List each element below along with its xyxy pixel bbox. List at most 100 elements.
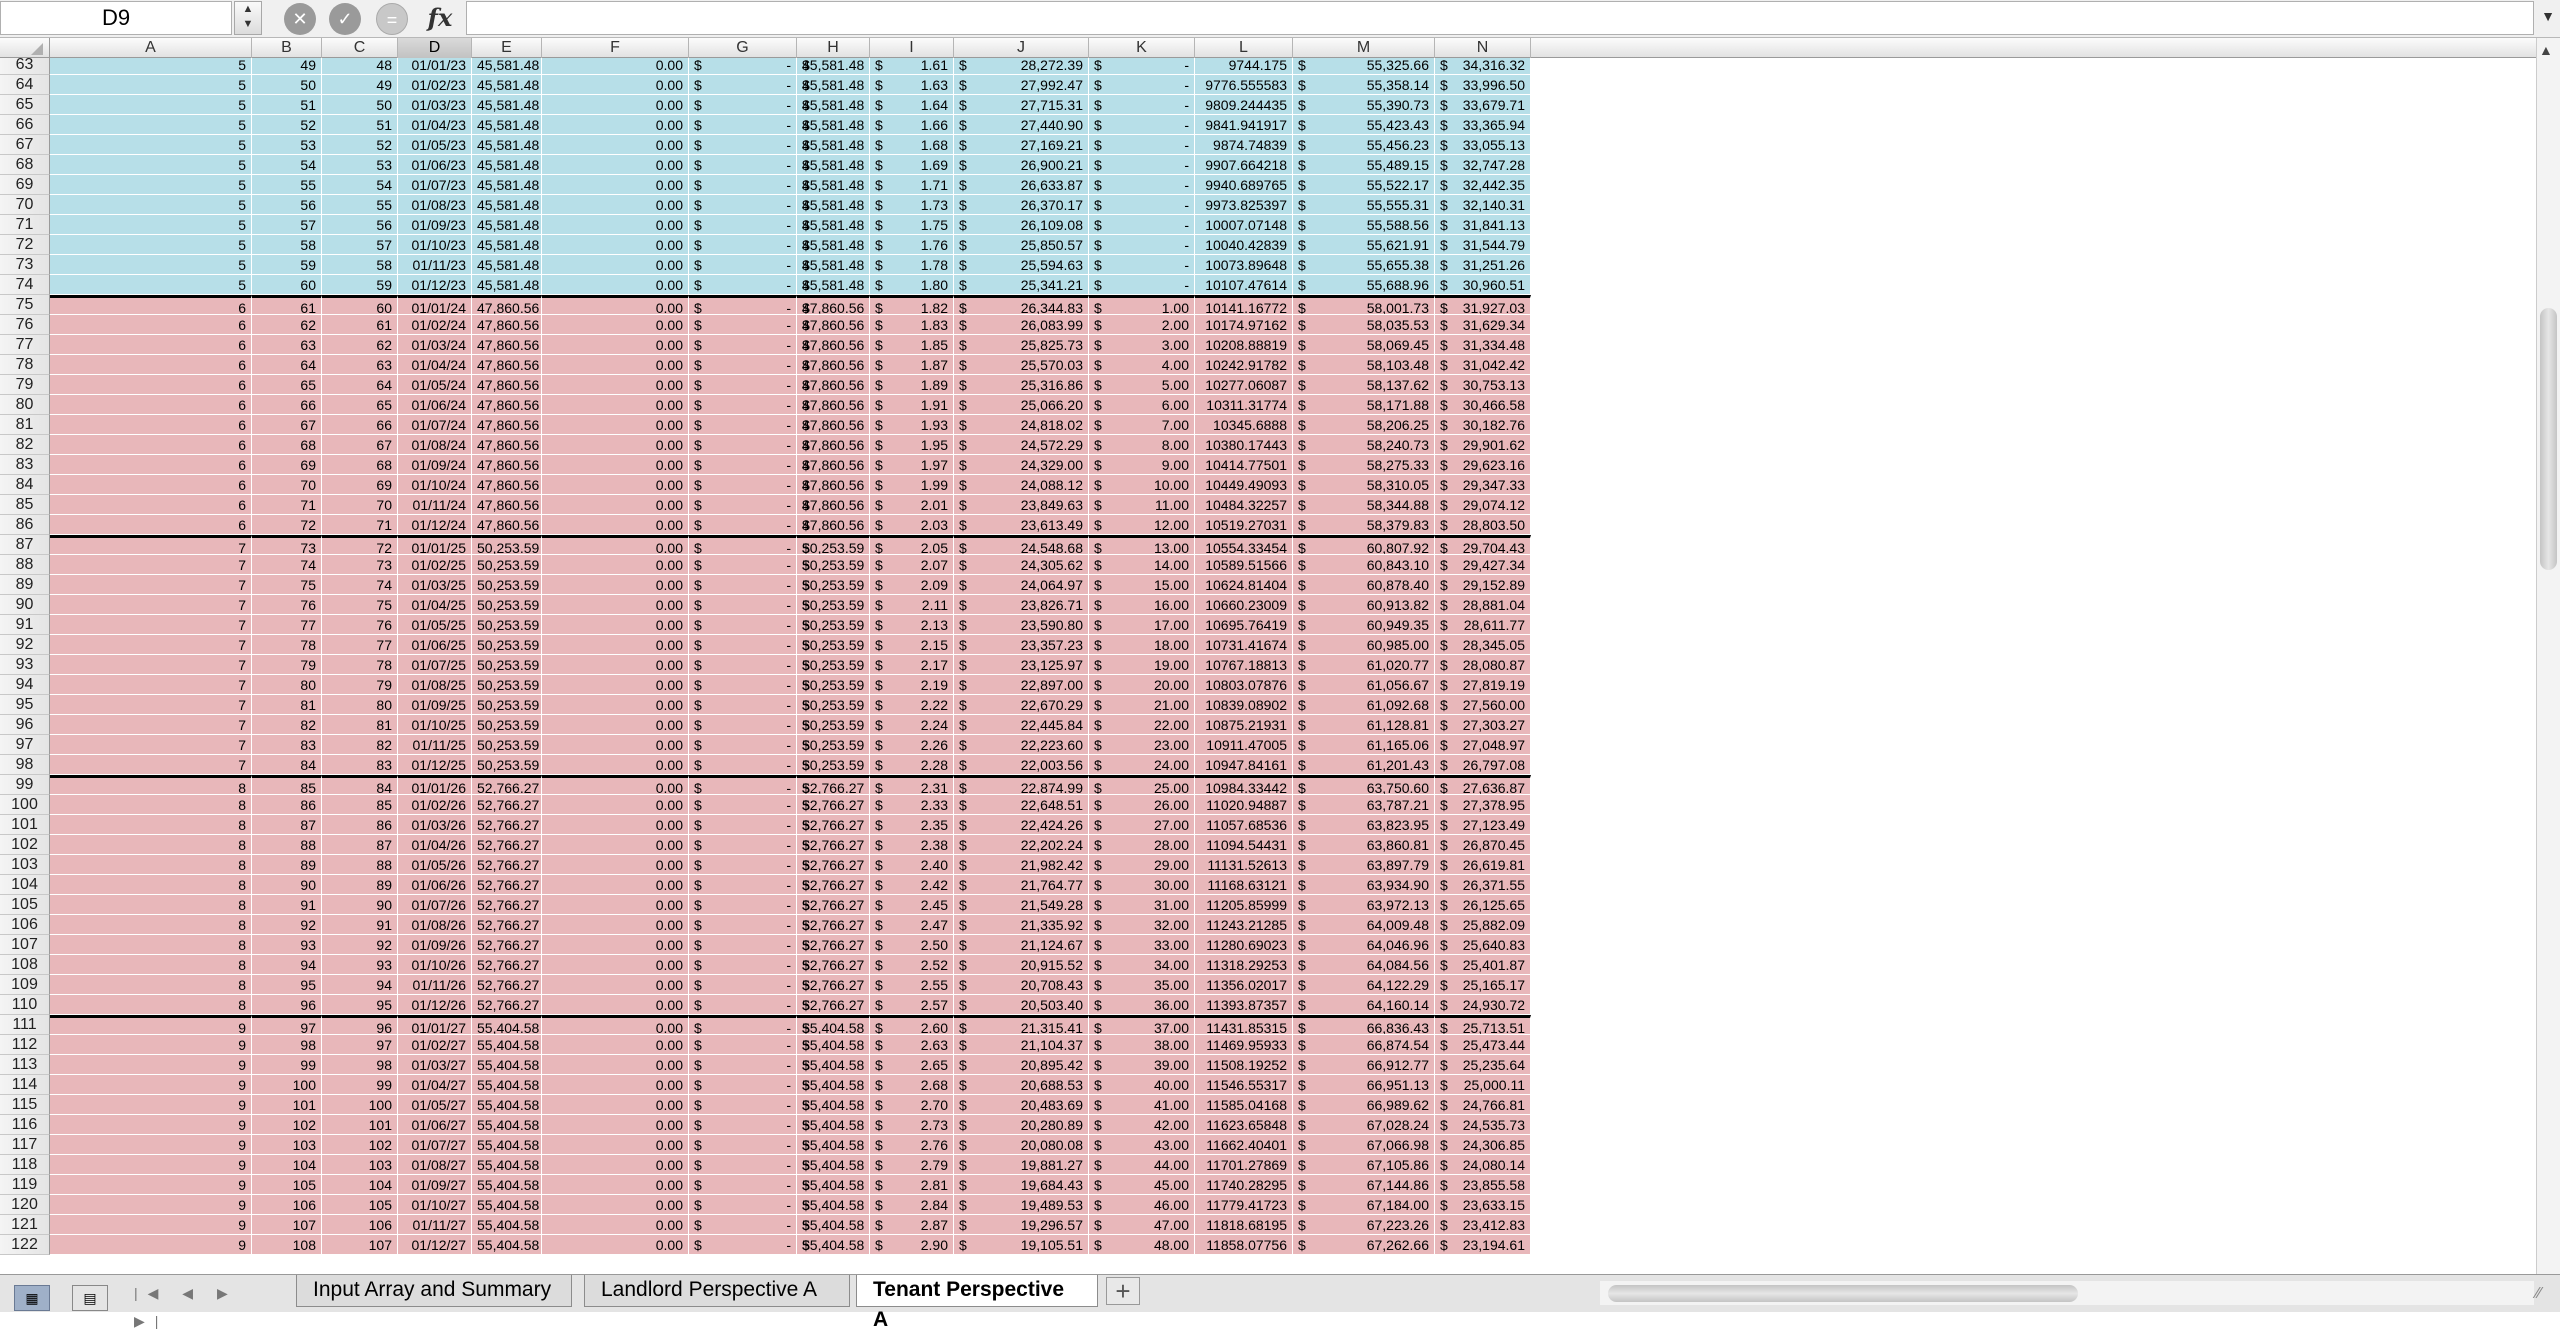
row-header[interactable]: 72 xyxy=(0,235,50,255)
cell-b[interactable]: 54 xyxy=(252,155,322,175)
cell-c[interactable]: 65 xyxy=(322,395,398,415)
cell-k[interactable]: $29.00 xyxy=(1089,855,1195,875)
cell-k[interactable]: $26.00 xyxy=(1089,795,1195,815)
cell-k[interactable]: $ - xyxy=(1089,255,1195,275)
cell-f[interactable]: 0.00 xyxy=(542,1035,689,1055)
cell-j[interactable]: $25,825.73 xyxy=(954,335,1089,355)
cell-f[interactable]: 0.00 xyxy=(542,855,689,875)
cell-a[interactable]: 5 xyxy=(50,235,252,255)
cell-f[interactable]: 0.00 xyxy=(542,335,689,355)
cell-c[interactable]: 96 xyxy=(322,1015,398,1035)
cell-h[interactable]: $55,404.58 xyxy=(797,1135,870,1155)
cell-m[interactable]: $67,223.26 xyxy=(1293,1215,1435,1235)
cell-f[interactable]: 0.00 xyxy=(542,1015,689,1035)
cell-f[interactable]: 0.00 xyxy=(542,195,689,215)
cell-h[interactable]: $50,253.59 xyxy=(797,735,870,755)
cell-e[interactable]: 47,860.56 xyxy=(472,335,542,355)
cell-g[interactable]: $ - xyxy=(689,615,797,635)
cell-m[interactable]: $61,128.81 xyxy=(1293,715,1435,735)
cell-j[interactable]: $25,850.57 xyxy=(954,235,1089,255)
row-header[interactable]: 75 xyxy=(0,295,50,315)
cell-d[interactable]: 01/09/24 xyxy=(398,455,472,475)
cell-k[interactable]: $4.00 xyxy=(1089,355,1195,375)
cell-b[interactable]: 101 xyxy=(252,1095,322,1115)
cell-d[interactable]: 01/01/23 xyxy=(398,58,472,75)
cell-i[interactable]: $2.40 xyxy=(870,855,954,875)
cell-k[interactable]: $ - xyxy=(1089,135,1195,155)
cell-i[interactable]: $2.84 xyxy=(870,1195,954,1215)
cell-e[interactable]: 45,581.48 xyxy=(472,195,542,215)
cell-g[interactable]: $ - xyxy=(689,915,797,935)
cell-e[interactable]: 50,253.59 xyxy=(472,595,542,615)
name-box-stepper-icon[interactable]: ▲ ▼ xyxy=(234,1,262,35)
cell-g[interactable]: $ - xyxy=(689,875,797,895)
cell-l[interactable]: 9744.175 xyxy=(1195,58,1293,75)
cell-m[interactable]: $66,989.62 xyxy=(1293,1095,1435,1115)
cell-f[interactable]: 0.00 xyxy=(542,1175,689,1195)
cell-b[interactable]: 52 xyxy=(252,115,322,135)
cell-b[interactable]: 100 xyxy=(252,1075,322,1095)
cell-l[interactable]: 9841.941917 xyxy=(1195,115,1293,135)
cell-i[interactable]: $1.78 xyxy=(870,255,954,275)
cell-l[interactable]: 10875.21931 xyxy=(1195,715,1293,735)
cell-l[interactable]: 11094.54431 xyxy=(1195,835,1293,855)
cell-n[interactable]: $26,125.65 xyxy=(1435,895,1531,915)
cell-i[interactable]: $2.24 xyxy=(870,715,954,735)
cell-h[interactable]: $45,581.48 xyxy=(797,275,870,295)
cell-j[interactable]: $20,708.43 xyxy=(954,975,1089,995)
cell-c[interactable]: 82 xyxy=(322,735,398,755)
cell-n[interactable]: $27,123.49 xyxy=(1435,815,1531,835)
cell-a[interactable]: 8 xyxy=(50,835,252,855)
cell-h[interactable]: $50,253.59 xyxy=(797,615,870,635)
cell-b[interactable]: 106 xyxy=(252,1195,322,1215)
cell-k[interactable]: $15.00 xyxy=(1089,575,1195,595)
cell-m[interactable]: $63,934.90 xyxy=(1293,875,1435,895)
cell-k[interactable]: $16.00 xyxy=(1089,595,1195,615)
cell-e[interactable]: 47,860.56 xyxy=(472,295,542,315)
cell-i[interactable]: $2.07 xyxy=(870,555,954,575)
cell-a[interactable]: 7 xyxy=(50,635,252,655)
cell-k[interactable]: $35.00 xyxy=(1089,975,1195,995)
cell-b[interactable]: 81 xyxy=(252,695,322,715)
cell-h[interactable]: $50,253.59 xyxy=(797,695,870,715)
cell-m[interactable]: $58,275.33 xyxy=(1293,455,1435,475)
cell-b[interactable]: 91 xyxy=(252,895,322,915)
cell-h[interactable]: $50,253.59 xyxy=(797,595,870,615)
cell-e[interactable]: 52,766.27 xyxy=(472,775,542,795)
cell-i[interactable]: $1.89 xyxy=(870,375,954,395)
fx-icon[interactable]: fx xyxy=(418,2,462,34)
cell-c[interactable]: 105 xyxy=(322,1195,398,1215)
cell-f[interactable]: 0.00 xyxy=(542,495,689,515)
cell-m[interactable]: $61,201.43 xyxy=(1293,755,1435,775)
cell-f[interactable]: 0.00 xyxy=(542,735,689,755)
cell-h[interactable]: $52,766.27 xyxy=(797,775,870,795)
cell-a[interactable]: 7 xyxy=(50,735,252,755)
cell-m[interactable]: $64,084.56 xyxy=(1293,955,1435,975)
cell-e[interactable]: 52,766.27 xyxy=(472,915,542,935)
cell-d[interactable]: 01/02/26 xyxy=(398,795,472,815)
cell-e[interactable]: 47,860.56 xyxy=(472,355,542,375)
cell-h[interactable]: $55,404.58 xyxy=(797,1035,870,1055)
cell-e[interactable]: 52,766.27 xyxy=(472,955,542,975)
cell-n[interactable]: $24,080.14 xyxy=(1435,1155,1531,1175)
cell-k[interactable]: $1.00 xyxy=(1089,295,1195,315)
cell-d[interactable]: 01/11/27 xyxy=(398,1215,472,1235)
cell-n[interactable]: $31,629.34 xyxy=(1435,315,1531,335)
cell-n[interactable]: $25,235.64 xyxy=(1435,1055,1531,1075)
cell-l[interactable]: 11508.19252 xyxy=(1195,1055,1293,1075)
cell-f[interactable]: 0.00 xyxy=(542,215,689,235)
cell-f[interactable]: 0.00 xyxy=(542,315,689,335)
cell-b[interactable]: 79 xyxy=(252,655,322,675)
cell-g[interactable]: $ - xyxy=(689,415,797,435)
cell-l[interactable]: 11858.07756 xyxy=(1195,1235,1293,1255)
select-all-corner[interactable] xyxy=(0,38,50,58)
cell-b[interactable]: 78 xyxy=(252,635,322,655)
cell-a[interactable]: 8 xyxy=(50,795,252,815)
cell-l[interactable]: 10311.31774 xyxy=(1195,395,1293,415)
cell-k[interactable]: $18.00 xyxy=(1089,635,1195,655)
cell-b[interactable]: 107 xyxy=(252,1215,322,1235)
cell-a[interactable]: 9 xyxy=(50,1235,252,1255)
vertical-scrollbar[interactable]: ▲ xyxy=(2536,38,2560,1274)
cell-l[interactable]: 9907.664218 xyxy=(1195,155,1293,175)
cell-i[interactable]: $1.63 xyxy=(870,75,954,95)
